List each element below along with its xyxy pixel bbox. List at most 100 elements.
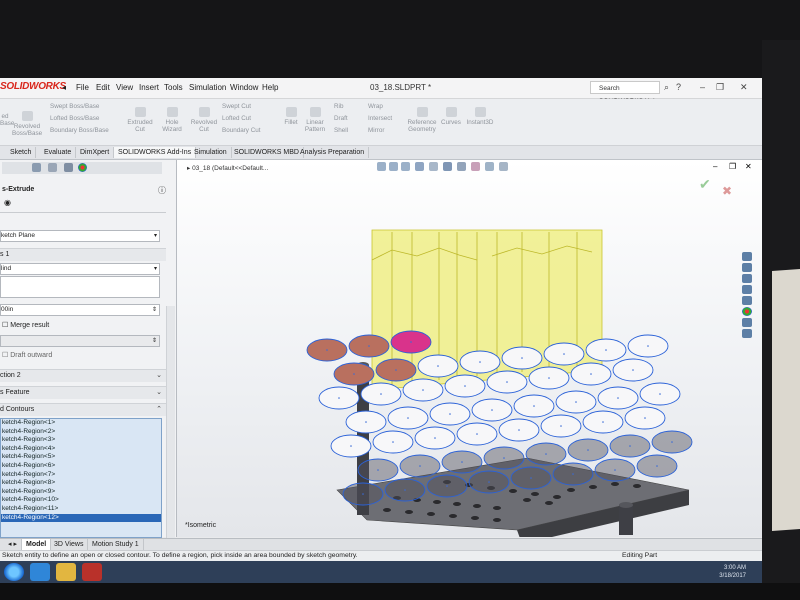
tab-simulation[interactable]: Simulation <box>190 147 232 158</box>
tab-sketch[interactable]: Sketch <box>6 147 37 158</box>
thin-feature-header[interactable]: s Feature ⌄ <box>0 386 166 399</box>
restore-icon[interactable]: ❐ <box>716 82 724 93</box>
spinner-icon[interactable]: ⇕ <box>152 305 157 315</box>
intersect-button[interactable]: Intersect <box>368 115 404 122</box>
merge-result-checkbox[interactable]: ☐ Merge result <box>2 321 49 329</box>
design-library-icon[interactable] <box>742 274 752 283</box>
region-list-item[interactable]: ketch4-Region<3> <box>1 436 161 445</box>
start-button[interactable] <box>4 563 24 581</box>
clock[interactable]: 3:00 AM 3/18/2017 <box>719 564 746 580</box>
extruded-cut-button[interactable]: Extruded Cut <box>126 107 154 133</box>
fillet-button[interactable]: Fillet <box>280 107 302 126</box>
direction1-header[interactable]: s 1 <box>0 248 166 261</box>
sketch-point <box>617 397 619 399</box>
curves-button[interactable]: Curves <box>440 107 462 126</box>
sketch-point <box>407 417 409 419</box>
tab-dimxpert[interactable]: DimXpert <box>76 147 115 158</box>
wrap-button[interactable]: Wrap <box>368 103 404 110</box>
solidworks-taskbar-icon[interactable] <box>82 563 102 581</box>
ribbon-partial-left[interactable]: ed Base <box>0 113 14 127</box>
help-icon[interactable]: ⓘ <box>158 185 166 196</box>
region-list-item[interactable]: ketch4-Region<6> <box>1 462 161 471</box>
hole-wizard-button[interactable]: Hole Wizard <box>158 107 186 133</box>
configuration-icon[interactable] <box>64 163 73 172</box>
linear-pattern-button[interactable]: Linear Pattern <box>304 107 326 133</box>
selected-contours-header[interactable]: d Contours ⌃ <box>0 403 166 416</box>
menu-tools[interactable]: Tools <box>164 83 183 92</box>
property-manager-icon[interactable] <box>48 163 57 172</box>
help-icon[interactable]: ? <box>676 82 681 92</box>
reference-geometry-icon <box>416 107 428 117</box>
mirror-button[interactable]: Mirror <box>368 127 404 134</box>
selected-contours-list[interactable]: ketch4-Region<1> ketch4-Region<2> ketch4-R… <box>0 418 162 538</box>
end-condition-dropdown[interactable]: lind ▾ <box>0 263 160 275</box>
tab-solidworks-add-ins[interactable]: SOLIDWORKS Add-Ins <box>114 147 197 158</box>
graphics-area[interactable]: ▸ 03_18 (Default<<Default... – ❐ ✕ ✔ ✖ *… <box>177 160 762 537</box>
region-list-item[interactable]: ketch4-Region<7> <box>1 471 161 480</box>
region-list-item[interactable]: ketch4-Region<4> <box>1 445 161 454</box>
region-list-item[interactable]: ketch4-Region<11> <box>1 505 161 514</box>
tab-evaluate[interactable]: Evaluate <box>40 147 77 158</box>
region-list-item[interactable]: ketch4-Region<12> <box>1 513 161 523</box>
tab-prev-arrows[interactable]: ◂ ▸ <box>4 539 22 550</box>
close-icon[interactable]: ✕ <box>740 82 748 93</box>
shell-button[interactable]: Shell <box>334 127 364 134</box>
feature-tree-icon[interactable] <box>32 163 41 172</box>
spinner-icon[interactable]: ⇕ <box>152 336 157 346</box>
minimize-icon[interactable]: – <box>700 82 705 92</box>
swept-cut-button[interactable]: Swept Cut <box>222 103 272 110</box>
region-list-item[interactable]: ketch4-Region<10> <box>1 496 161 505</box>
sketch-point <box>392 441 394 443</box>
menu-file[interactable]: File <box>76 83 89 92</box>
sketch-point <box>533 405 535 407</box>
region-list-item[interactable]: ketch4-Region<2> <box>1 428 161 437</box>
tab-3d-views[interactable]: 3D Views <box>50 539 89 550</box>
swept-boss-button[interactable]: Swept Boss/Base <box>50 103 110 110</box>
search-icon[interactable]: ⌕ <box>664 82 669 93</box>
from-dropdown[interactable]: ketch Plane ▾ <box>0 230 160 242</box>
reference-geometry-button[interactable]: Reference Geometry <box>406 107 438 133</box>
menu-edit[interactable]: Edit <box>96 83 110 92</box>
eye-icon[interactable]: ◉ <box>4 198 11 207</box>
appearances-icon[interactable] <box>742 307 752 316</box>
draft-angle-input[interactable]: ⇕ <box>0 335 160 347</box>
lofted-cut-button[interactable]: Lofted Cut <box>222 115 272 122</box>
lofted-boss-button[interactable]: Lofted Boss/Base <box>50 115 110 122</box>
depth-input[interactable]: 00in ⇕ <box>0 304 160 316</box>
boundary-cut-button[interactable]: Boundary Cut <box>222 127 272 134</box>
menu-window[interactable]: Window <box>230 83 258 92</box>
help-search-input[interactable]: Search SOLIDWORKS Help <box>590 81 660 105</box>
internet-explorer-icon[interactable] <box>30 563 50 581</box>
region-list-item[interactable]: ketch4-Region<5> <box>1 453 161 462</box>
revolved-cut-button[interactable]: Revolved Cut <box>190 107 218 133</box>
view-palette-icon[interactable] <box>742 296 752 305</box>
rib-button[interactable]: Rib <box>334 103 364 110</box>
resources-icon[interactable] <box>742 263 752 272</box>
region-list-item[interactable]: ketch4-Region<8> <box>1 479 161 488</box>
draft-outward-checkbox[interactable]: ☐ Draft outward <box>2 351 52 359</box>
menu-simulation[interactable]: Simulation <box>189 83 226 92</box>
direction-selection-box[interactable] <box>0 276 160 298</box>
instant3d-button[interactable]: Instant3D <box>466 107 494 126</box>
tab-model[interactable]: Model <box>22 539 52 550</box>
home-icon[interactable] <box>742 252 752 261</box>
direction2-header[interactable]: ction 2 ⌄ <box>0 369 166 382</box>
region-list-item[interactable]: ketch4-Region<9> <box>1 488 161 497</box>
menu-insert[interactable]: Insert <box>139 83 159 92</box>
menu-view[interactable]: View <box>116 83 133 92</box>
file-explorer-icon[interactable] <box>56 563 76 581</box>
file-explorer-icon[interactable] <box>742 285 752 294</box>
revolved-boss-button[interactable]: Revolved Boss/Base <box>12 111 42 137</box>
sketch-point <box>560 425 562 427</box>
boundary-boss-button[interactable]: Boundary Boss/Base <box>50 127 110 134</box>
region-list-item[interactable]: ketch4-Region<1> <box>1 419 161 428</box>
menu-help[interactable]: Help <box>262 83 278 92</box>
tab-analysis-preparation[interactable]: Analysis Preparation <box>296 147 370 158</box>
solidworks-forum-icon[interactable] <box>742 329 752 338</box>
tab-motion-study[interactable]: Motion Study 1 <box>88 539 144 550</box>
draft-button[interactable]: Draft <box>334 115 364 122</box>
custom-properties-icon[interactable] <box>742 318 752 327</box>
tab-solidworks-mbd[interactable]: SOLIDWORKS MBD <box>230 147 304 158</box>
appearance-icon[interactable] <box>78 163 87 172</box>
menu-arrow-icon[interactable]: ◂ <box>62 83 66 92</box>
